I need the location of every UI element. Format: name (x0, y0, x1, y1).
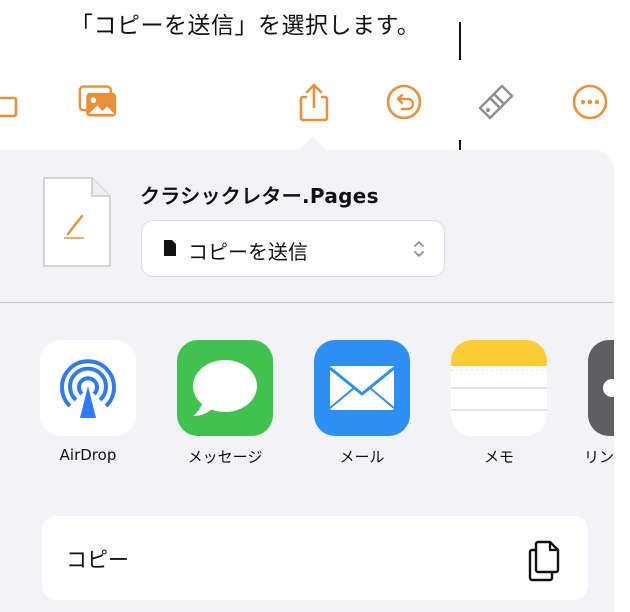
reminders-app[interactable] (588, 340, 614, 436)
more-icon[interactable] (570, 82, 610, 122)
copy-action-label: コピー (66, 548, 129, 572)
app-label-messages: メッセージ (187, 448, 263, 466)
messages-icon (193, 360, 257, 416)
app-label-reminders: リン (584, 448, 614, 466)
chevron-updown-icon (414, 241, 424, 257)
reminders-icon (603, 379, 614, 397)
notes-app[interactable] (451, 340, 547, 436)
airdrop-app[interactable] (40, 340, 136, 436)
send-copy-label: コピーを送信 (188, 240, 308, 264)
document-thumbnail (43, 177, 111, 267)
mail-icon (329, 366, 395, 410)
popover-arrow (298, 136, 328, 151)
messages-app[interactable] (177, 340, 273, 436)
notes-icon (451, 340, 547, 411)
app-label-airdrop: AirDrop (59, 446, 117, 464)
media-icon[interactable] (78, 82, 118, 122)
toolbar (0, 60, 630, 140)
airdrop-icon (60, 359, 116, 418)
send-copy-menu[interactable]: コピーを送信 (141, 220, 445, 277)
app-label-notes: メモ (483, 448, 514, 466)
callout-text: 「コピーを送信」を選択します。 (70, 13, 421, 39)
sheet-divider (0, 302, 614, 303)
document-icon (164, 240, 176, 256)
format-brush-icon[interactable] (476, 82, 516, 122)
folder-icon[interactable] (0, 82, 20, 122)
mail-app[interactable] (314, 340, 410, 436)
copy-icon (528, 540, 560, 582)
undo-icon[interactable] (384, 82, 424, 122)
app-label-mail: メール (339, 448, 385, 466)
copy-action[interactable]: コピー (42, 516, 588, 600)
document-name: クラシックレター.Pages (140, 184, 379, 208)
share-icon[interactable] (294, 82, 334, 122)
